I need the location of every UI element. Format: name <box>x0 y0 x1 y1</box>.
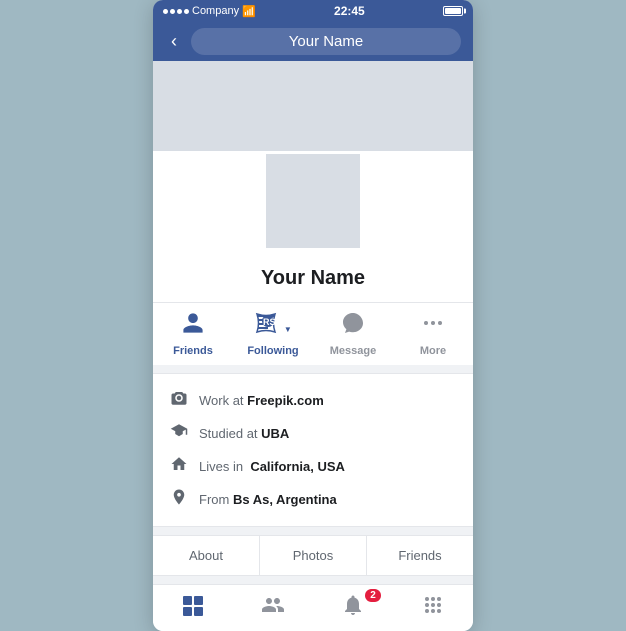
from-icon <box>169 488 189 511</box>
more-label: More <box>420 345 446 357</box>
info-row-lives: Lives in California, USA <box>169 450 457 483</box>
friends-button[interactable]: Friends <box>163 311 223 357</box>
battery-icon <box>443 6 463 16</box>
studied-icon <box>169 422 189 445</box>
carrier-label: Company <box>192 5 239 17</box>
work-icon <box>169 389 189 412</box>
notifications-nav-icon <box>341 593 365 623</box>
status-time: 22:45 <box>334 4 365 18</box>
notification-badge: 2 <box>365 589 381 602</box>
following-label: Following <box>247 345 298 357</box>
from-text: From Bs As, Argentina <box>199 492 337 507</box>
following-dropdown-arrow: ▼ <box>284 325 292 334</box>
wifi-icon: 📶 <box>242 5 256 18</box>
info-row-from: From Bs As, Argentina <box>169 483 457 516</box>
nav-bar: ‹ Your Name <box>153 22 473 61</box>
bottom-nav: 2 <box>153 584 473 631</box>
lives-text: Lives in California, USA <box>199 459 345 474</box>
tab-row: About Photos Friends <box>153 535 473 576</box>
action-row: Friends RSS ▼ Following <box>153 302 473 365</box>
home-nav-icon <box>181 593 205 623</box>
friends-icon <box>181 311 205 341</box>
more-icon <box>421 311 445 341</box>
signal-indicator <box>163 9 189 14</box>
status-bar: Company 📶 22:45 <box>153 0 473 22</box>
message-icon <box>341 311 365 341</box>
status-left: Company 📶 <box>163 5 256 18</box>
profile-avatar <box>263 151 363 251</box>
friends-label: Friends <box>173 345 213 357</box>
back-button[interactable]: ‹ <box>165 29 183 54</box>
bottom-nav-notifications[interactable]: 2 <box>313 593 393 623</box>
tab-about[interactable]: About <box>153 536 260 575</box>
nav-title: Your Name <box>191 28 461 55</box>
message-button[interactable]: Message <box>323 311 383 357</box>
tab-photos[interactable]: Photos <box>260 536 367 575</box>
work-text: Work at Freepik.com <box>199 393 324 408</box>
svg-text:RSS: RSS <box>263 317 278 327</box>
following-icon: RSS ▼ <box>254 311 291 341</box>
bottom-nav-friends[interactable] <box>233 593 313 623</box>
profile-name: Your Name <box>153 259 473 302</box>
message-label: Message <box>330 345 376 357</box>
menu-nav-icon <box>421 593 445 623</box>
profile-pic-wrapper <box>153 151 473 259</box>
following-button[interactable]: RSS ▼ Following <box>243 311 303 357</box>
tab-friends[interactable]: Friends <box>367 536 473 575</box>
lives-icon <box>169 455 189 478</box>
info-row-work: Work at Freepik.com <box>169 384 457 417</box>
friends-nav-icon <box>261 593 285 623</box>
info-row-studied: Studied at UBA <box>169 417 457 450</box>
studied-text: Studied at UBA <box>199 426 289 441</box>
bottom-nav-menu[interactable] <box>393 593 473 623</box>
phone-frame: Company 📶 22:45 ‹ Your Name Your Name Fr… <box>153 0 473 631</box>
bottom-nav-home[interactable] <box>153 593 233 623</box>
more-button[interactable]: More <box>403 311 463 357</box>
info-section: Work at Freepik.com Studied at UBA Lives… <box>153 373 473 527</box>
